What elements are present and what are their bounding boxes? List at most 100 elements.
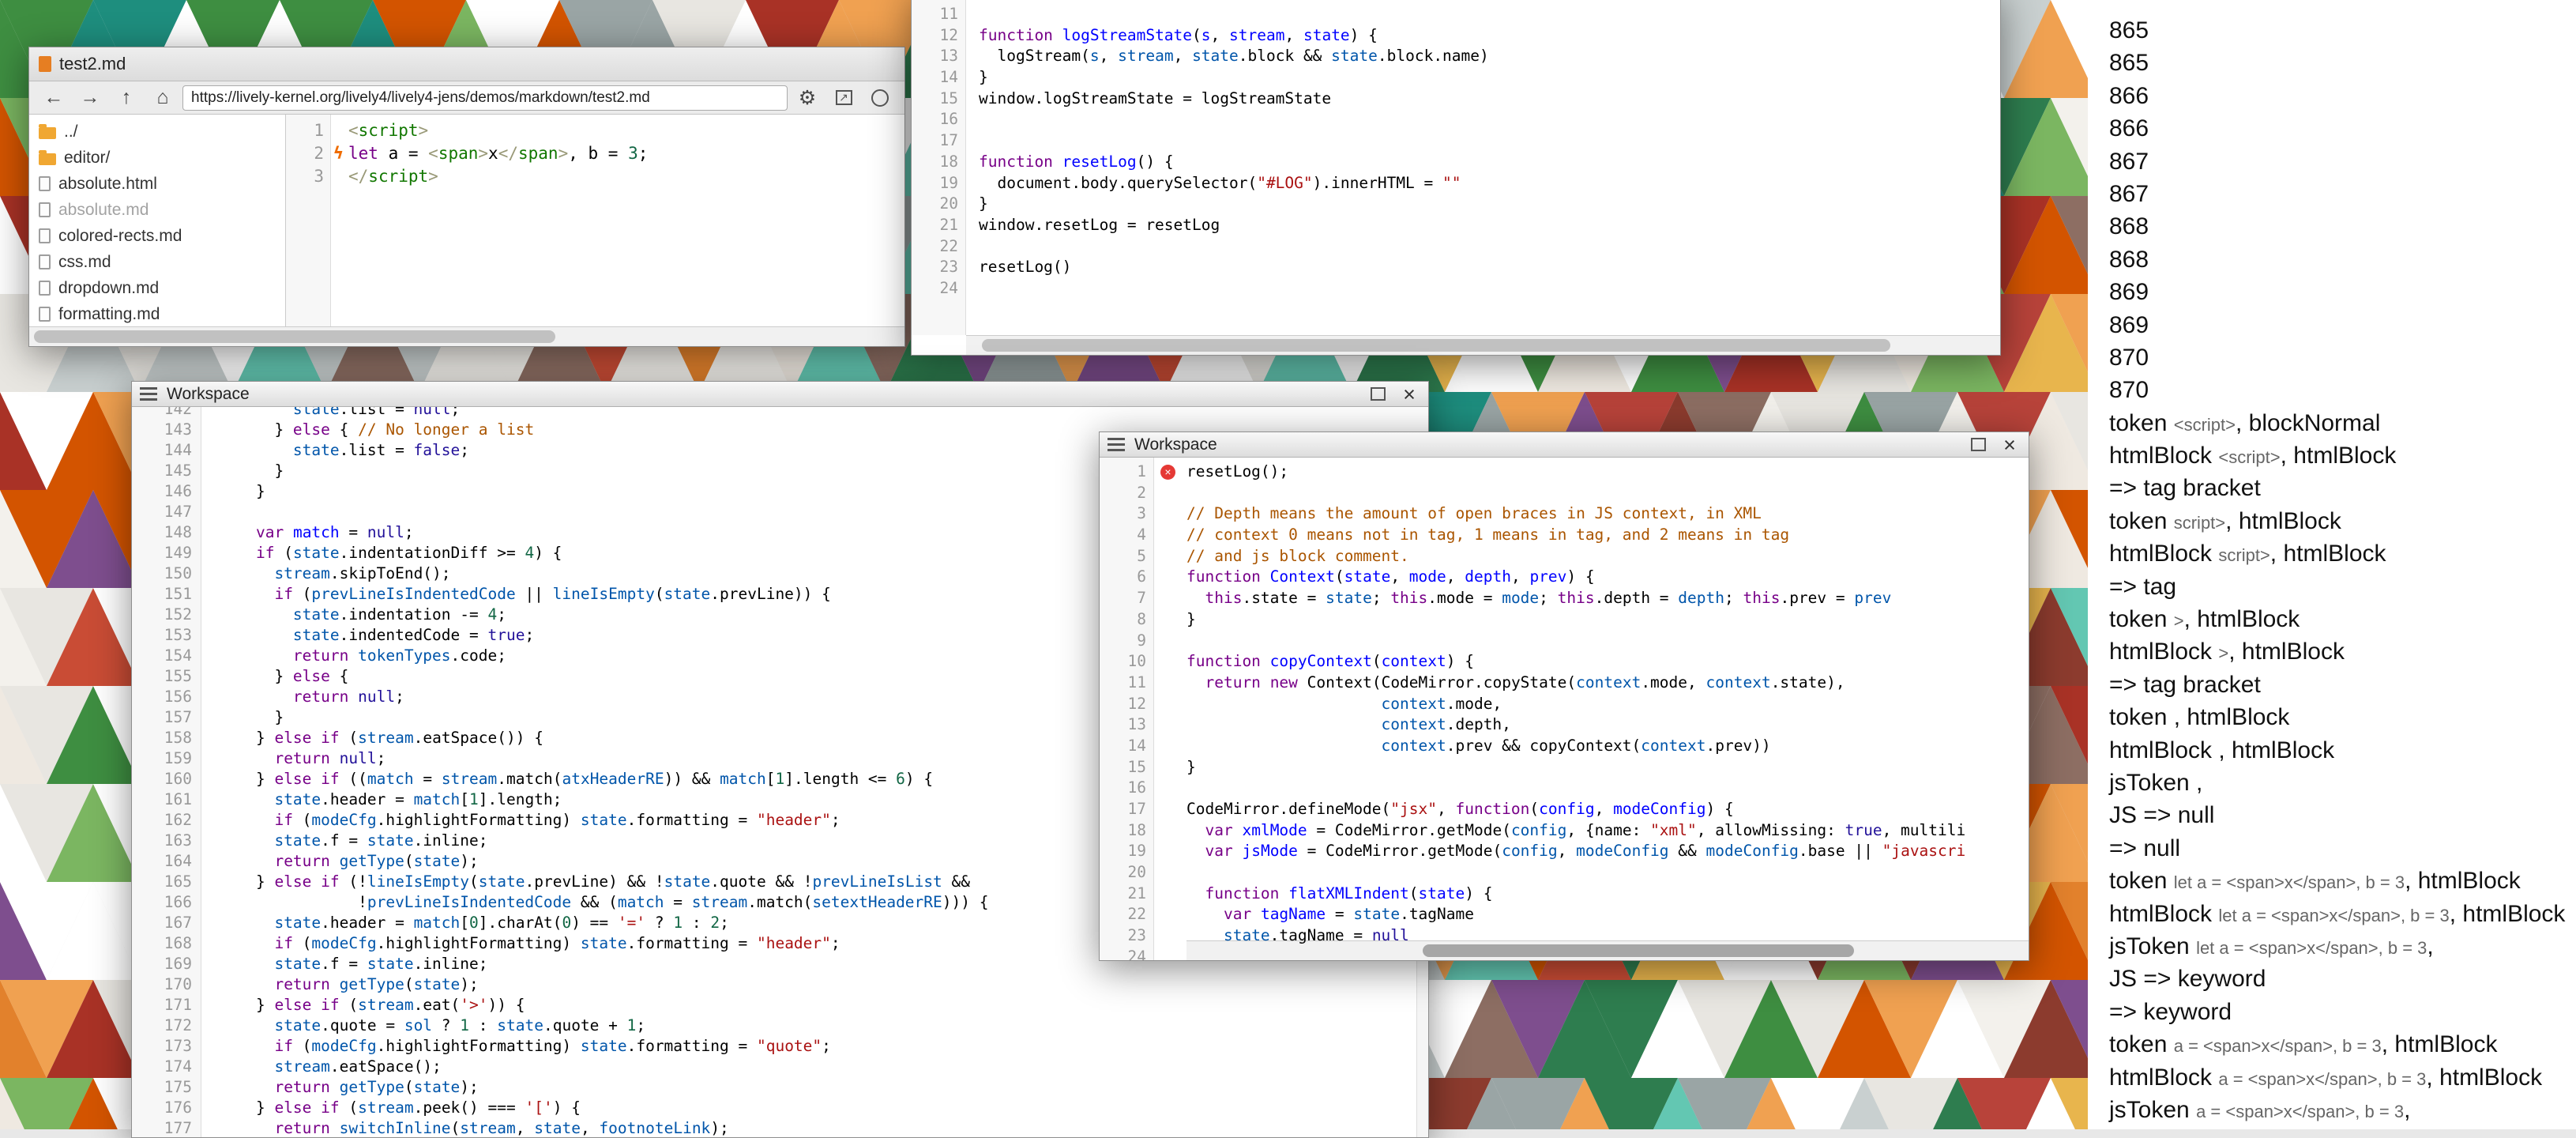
code-line[interactable]: 14} [912, 67, 2000, 89]
code-line[interactable]: 17 [912, 130, 2000, 152]
maximize-button[interactable] [1967, 435, 1989, 455]
scrollbar-thumb[interactable] [982, 339, 1890, 352]
code-line[interactable]: 12function logStreamState(s, stream, sta… [912, 25, 2000, 47]
horizontal-scrollbar[interactable] [966, 335, 2000, 355]
home-button[interactable]: ⌂ [146, 85, 179, 111]
window-menu-icon[interactable] [140, 387, 157, 401]
code-line[interactable]: 170 return getType(state); [132, 974, 1428, 995]
code-line[interactable]: 5// and js block comment. [1100, 546, 2029, 567]
line-number: 10 [1100, 651, 1154, 673]
file-tree-item[interactable]: dropdown.md [29, 275, 285, 301]
code-line[interactable]: 2ϟlet a = <span>x</span>, b = 3; [286, 142, 904, 165]
code-line[interactable]: 16 [912, 109, 2000, 130]
code-line[interactable]: 4// context 0 means not in tag, 1 means … [1100, 525, 2029, 546]
code-line[interactable]: 177 return switchInline(stream, state, f… [132, 1118, 1428, 1137]
open-external-button[interactable]: ↗ [827, 85, 860, 111]
line-number: 12 [1100, 694, 1154, 715]
code-line[interactable]: 21window.resetLog = resetLog [912, 215, 2000, 236]
code-line[interactable]: 173 if (modeCfg.highlightFormatting) sta… [132, 1036, 1428, 1057]
code-line[interactable]: 23resetLog() [912, 257, 2000, 278]
code-line[interactable]: 1×resetLog(); [1100, 462, 2029, 483]
code-line[interactable]: 22 [912, 236, 2000, 258]
line-number: 6 [1100, 567, 1154, 588]
maximize-button[interactable] [1367, 384, 1389, 405]
markdown-code-editor[interactable]: 1<script>2ϟlet a = <span>x</span>, b = 3… [286, 115, 904, 326]
file-name: ../ [64, 122, 78, 141]
code-editor[interactable]: 1×resetLog();23// Depth means the amount… [1100, 458, 2029, 960]
code-line[interactable]: 18 var xmlMode = CodeMirror.getMode(conf… [1100, 820, 2029, 842]
code-text: var match = null; [201, 522, 414, 543]
scrollbar-thumb[interactable] [34, 330, 555, 343]
code-line[interactable]: 1<script> [286, 119, 904, 142]
window-titlebar[interactable]: Workspace × [132, 382, 1428, 407]
file-tree-item[interactable]: formatting.md [29, 301, 285, 326]
code-line[interactable]: 11 return new Context(CodeMirror.copySta… [1100, 673, 2029, 694]
code-line[interactable]: 14 context.prev && copyContext(context.p… [1100, 736, 2029, 757]
code-line[interactable]: 16 [1100, 778, 2029, 799]
code-text [201, 502, 219, 522]
code-line[interactable]: 18function resetLog() { [912, 152, 2000, 173]
code-line[interactable]: 21 function flatXMLIndent(state) { [1100, 884, 2029, 905]
code-text: function flatXMLIndent(state) { [1154, 884, 1492, 905]
code-line[interactable]: 3</script> [286, 165, 904, 188]
code-line[interactable]: 171 } else if (stream.eat('>')) { [132, 995, 1428, 1016]
settings-button[interactable]: ⚙ [791, 85, 824, 111]
history-button[interactable] [863, 85, 897, 111]
code-line[interactable]: 24 [1100, 947, 2029, 960]
line-number: 1 [286, 119, 331, 142]
code-line[interactable]: 22 var tagName = state.tagName [1100, 904, 2029, 925]
code-line[interactable]: 3// Depth means the amount of open brace… [1100, 503, 2029, 525]
code-line[interactable]: 13 logStream(s, stream, state.block && s… [912, 46, 2000, 67]
code-line[interactable]: 142 state.list = null; [132, 407, 1428, 420]
code-line[interactable]: 13 context.depth, [1100, 714, 2029, 736]
code-line[interactable]: 143 } else { // No longer a list [132, 420, 1428, 440]
file-tree-item[interactable]: absolute.html [29, 171, 285, 197]
line-number: 17 [912, 130, 966, 152]
code-line[interactable]: 17CodeMirror.defineMode("jsx", function(… [1100, 799, 2029, 820]
url-input[interactable] [182, 85, 788, 111]
external-link-icon: ↗ [836, 90, 852, 105]
log-panel[interactable]: 865865866866867867868868869869870870toke… [2088, 0, 2576, 1129]
code-line[interactable]: 10function copyContext(context) { [1100, 651, 2029, 673]
file-name: css.md [58, 253, 111, 272]
code-line[interactable]: 175 return getType(state); [132, 1077, 1428, 1098]
code-line[interactable]: 176 } else if (stream.peek() === '[') { [132, 1098, 1428, 1118]
code-line[interactable]: 11 [912, 4, 2000, 25]
code-line[interactable]: 20} [912, 194, 2000, 215]
file-tree-item[interactable]: ../ [29, 119, 285, 145]
code-text: <script> [331, 119, 428, 142]
code-line[interactable]: 9 [1100, 631, 2029, 652]
code-line[interactable]: 7 this.state = state; this.mode = mode; … [1100, 588, 2029, 609]
back-button[interactable]: ← [37, 85, 70, 111]
file-tree-item[interactable]: absolute.md [29, 197, 285, 223]
code-line[interactable]: 23 state.tagName = null [1100, 925, 2029, 947]
close-button[interactable]: × [1398, 384, 1420, 405]
line-number: 1 [1100, 462, 1154, 483]
code-line[interactable]: 8} [1100, 609, 2029, 631]
code-line[interactable]: 2 [1100, 483, 2029, 504]
code-line[interactable]: 24 [912, 278, 2000, 300]
code-line[interactable]: 6function Context(state, mode, depth, pr… [1100, 567, 2029, 588]
file-tree-item[interactable]: editor/ [29, 145, 285, 171]
code-editor[interactable]: 1112function logStreamState(s, stream, s… [912, 0, 2000, 300]
code-text: } [966, 194, 988, 215]
line-number: 2 [286, 142, 331, 165]
horizontal-scrollbar[interactable] [29, 326, 904, 346]
code-line[interactable]: 172 state.quote = sol ? 1 : state.quote … [132, 1016, 1428, 1036]
file-tree-item[interactable]: css.md [29, 249, 285, 275]
forward-button[interactable]: → [73, 85, 107, 111]
parent-directory-button[interactable]: ↑ [110, 85, 143, 111]
code-line[interactable]: 20 [1100, 862, 2029, 884]
code-line[interactable]: 12 context.mode, [1100, 694, 2029, 715]
code-line[interactable]: 19 document.body.querySelector("#LOG").i… [912, 173, 2000, 194]
line-number: 177 [132, 1118, 201, 1137]
browser-titlebar[interactable]: test2.md [29, 47, 904, 81]
code-line[interactable]: 15} [1100, 757, 2029, 778]
code-text: state.header = match[1].length; [201, 789, 562, 810]
file-tree-item[interactable]: colored-rects.md [29, 223, 285, 249]
code-line[interactable]: 19 var jsMode = CodeMirror.getMode(confi… [1100, 841, 2029, 862]
code-line[interactable]: 174 stream.eatSpace(); [132, 1057, 1428, 1077]
close-button[interactable]: × [1999, 435, 2021, 455]
log-line: => tag bracket [2109, 472, 2576, 504]
code-line[interactable]: 15window.logStreamState = logStreamState [912, 89, 2000, 110]
